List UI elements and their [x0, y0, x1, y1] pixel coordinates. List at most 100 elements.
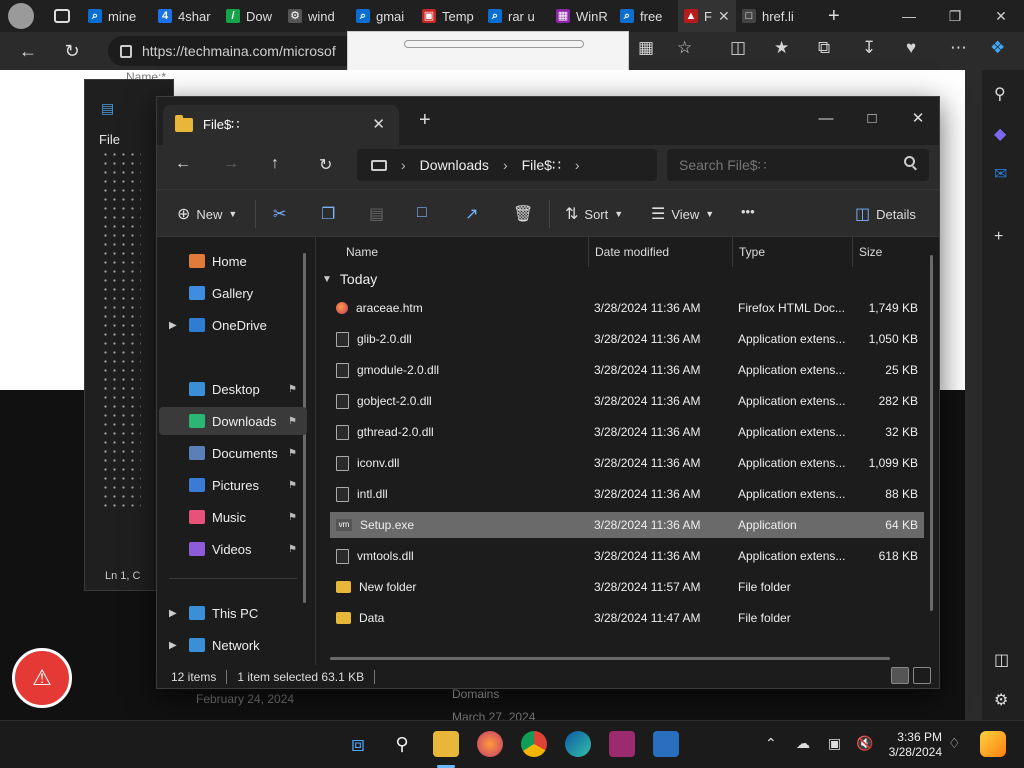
- view-button[interactable]: ☰ View ▼: [651, 204, 714, 224]
- sidebar-item-desktop[interactable]: Desktop ⚑: [159, 375, 307, 403]
- search-input[interactable]: [679, 157, 899, 173]
- sidebar-item-pictures[interactable]: Pictures ⚑: [159, 471, 307, 499]
- nav-forward-icon[interactable]: →: [223, 155, 239, 173]
- restore-icon[interactable]: ❐: [932, 0, 978, 32]
- explorer-close-icon[interactable]: ✕: [895, 103, 941, 133]
- nav-up-icon[interactable]: ↑: [271, 155, 279, 173]
- table-row[interactable]: iconv.dll 3/28/2024 11:36 AM Application e…: [330, 450, 924, 476]
- group-header-today[interactable]: ▼ Today: [322, 271, 377, 287]
- sidebar-settings-icon[interactable]: ⚙: [994, 690, 1008, 710]
- breadcrumb-downloads[interactable]: Downloads: [420, 157, 489, 173]
- sort-button[interactable]: ⇅ Sort ▼: [565, 204, 623, 224]
- table-row[interactable]: gobject-2.0.dll 3/28/2024 11:36 AM Applica…: [330, 388, 924, 414]
- tab-actions-icon[interactable]: [54, 9, 70, 23]
- chevron-right-icon[interactable]: ▶: [169, 320, 185, 331]
- sidebar-item-network[interactable]: ▶ Network: [159, 631, 307, 659]
- search-box[interactable]: [667, 149, 929, 181]
- back-icon[interactable]: ←: [10, 36, 46, 66]
- table-row[interactable]: Data 3/28/2024 11:47 AM File folder: [330, 605, 924, 631]
- profile-avatar[interactable]: [8, 3, 34, 29]
- browser-tab[interactable]: ⌕ rar u: [482, 0, 550, 32]
- tray-expand-icon[interactable]: ⌃: [765, 735, 777, 752]
- table-row[interactable]: glib-2.0.dll 3/28/2024 11:36 AM Applicatio…: [330, 326, 924, 352]
- copilot-pre-icon[interactable]: [980, 731, 1006, 757]
- minimize-icon[interactable]: —: [886, 0, 932, 32]
- table-row[interactable]: intl.dll 3/28/2024 11:36 AM Application ex…: [330, 481, 924, 507]
- cut-button[interactable]: ✂: [273, 204, 286, 224]
- sidebar-item-home[interactable]: Home: [159, 247, 307, 275]
- sidebar-item-music[interactable]: Music ⚑: [159, 503, 307, 531]
- breadcrumb-files[interactable]: File$∷: [522, 157, 561, 174]
- file-explorer-taskbar-icon[interactable]: [433, 731, 459, 757]
- sidebar-item-onedrive[interactable]: ▶ OneDrive: [159, 311, 307, 339]
- nav-refresh-icon[interactable]: ↻: [319, 155, 332, 175]
- collections-icon[interactable]: ⧉: [818, 38, 830, 58]
- close-tab-icon[interactable]: ✕: [372, 115, 385, 133]
- firefox-icon[interactable]: [477, 731, 503, 757]
- sidebar-item-this-pc[interactable]: ▶ This PC: [159, 599, 307, 627]
- favorites-icon[interactable]: ★: [774, 38, 789, 58]
- explorer-tab[interactable]: File$∷ ✕: [163, 105, 399, 145]
- column-name[interactable]: Name: [316, 237, 588, 267]
- browser-tab[interactable]: ⌕ mine: [82, 0, 152, 32]
- performance-icon[interactable]: ♥: [906, 38, 916, 58]
- copy-button[interactable]: ❐: [321, 204, 335, 224]
- sidebar-item-videos[interactable]: Videos ⚑: [159, 535, 307, 563]
- search-taskbar-icon[interactable]: ⚲: [389, 731, 415, 757]
- favorite-star-icon[interactable]: ☆: [677, 38, 692, 58]
- table-row[interactable]: gthread-2.0.dll 3/28/2024 11:36 AM Applica…: [330, 419, 924, 445]
- system-clock[interactable]: 3:36 PM 3/28/2024: [882, 730, 942, 760]
- edge-icon[interactable]: [565, 731, 591, 757]
- network-off-icon[interactable]: ☁: [796, 735, 810, 752]
- browser-tab[interactable]: 4 4shar: [152, 0, 220, 32]
- new-tab-icon[interactable]: +: [828, 5, 840, 28]
- horizontal-scrollbar[interactable]: [330, 657, 890, 660]
- sidebar-add-icon[interactable]: +: [994, 228, 1003, 246]
- notification-bell-icon[interactable]: ♢: [948, 735, 961, 752]
- refresh-icon[interactable]: ↻: [54, 36, 90, 66]
- sidebar-item-downloads[interactable]: Downloads ⚑: [159, 407, 307, 435]
- more-options-button[interactable]: •••: [741, 204, 755, 219]
- sidebar-item-gallery[interactable]: Gallery: [159, 279, 307, 307]
- winrar-icon[interactable]: [609, 731, 635, 757]
- split-screen-icon[interactable]: ◫: [730, 38, 746, 58]
- paste-button[interactable]: ▤: [369, 204, 384, 224]
- chrome-icon[interactable]: [521, 731, 547, 757]
- browser-tab[interactable]: ⚙ wind: [282, 0, 350, 32]
- more-icon[interactable]: ⋯: [950, 38, 967, 58]
- table-row[interactable]: New folder 3/28/2024 11:57 AM File folder: [330, 574, 924, 600]
- table-row[interactable]: vmtools.dll 3/28/2024 11:36 AM Application…: [330, 543, 924, 569]
- sidebar-item-documents[interactable]: Documents ⚑: [159, 439, 307, 467]
- bell-icon[interactable]: ⚠: [12, 648, 72, 708]
- column-date[interactable]: Date modified: [588, 237, 732, 267]
- column-type[interactable]: Type: [732, 237, 852, 267]
- table-row[interactable]: araceae.htm 3/28/2024 11:36 AM Firefox HTM…: [330, 295, 924, 321]
- share-button[interactable]: ↗: [465, 204, 478, 224]
- chevron-right-icon[interactable]: ▶: [169, 608, 185, 619]
- sidebar-outlook-icon[interactable]: ✉: [994, 164, 1007, 184]
- nav-back-icon[interactable]: ←: [175, 155, 191, 173]
- downloads-icon[interactable]: ↧: [862, 38, 876, 58]
- sidebar-copilot-icon[interactable]: ◆: [994, 124, 1006, 144]
- browser-tab[interactable]: □ href.li: [736, 0, 818, 32]
- rename-button[interactable]: □: [417, 204, 427, 222]
- table-row[interactable]: vm Setup.exe 3/28/2024 11:36 AM Application…: [330, 512, 924, 538]
- close-icon[interactable]: ✕: [978, 0, 1024, 32]
- tiles-view-icon[interactable]: [913, 667, 931, 684]
- column-size[interactable]: Size: [852, 237, 940, 267]
- details-button[interactable]: ◫ Details: [855, 204, 916, 224]
- tab-close-icon[interactable]: ✕: [718, 8, 730, 25]
- vertical-scrollbar[interactable]: [930, 255, 933, 611]
- sidebar-search-icon[interactable]: ⚲: [994, 84, 1006, 104]
- sidebar-split-icon[interactable]: ◫: [994, 650, 1009, 670]
- notepad-taskbar-icon[interactable]: [653, 731, 679, 757]
- browser-tab[interactable]: / Dow: [220, 0, 282, 32]
- new-button[interactable]: ⊕ New ▼: [177, 204, 237, 224]
- copilot-icon[interactable]: ❖: [990, 38, 1005, 58]
- chevron-right-icon[interactable]: ▶: [169, 640, 185, 651]
- bg-menu-file[interactable]: File: [99, 132, 120, 147]
- browser-tab[interactable]: ⌕ gmai: [350, 0, 416, 32]
- display-icon[interactable]: ▣: [828, 735, 841, 752]
- browser-tab[interactable]: ▲ F ✕: [678, 0, 736, 32]
- start-icon[interactable]: ⧈: [345, 731, 371, 757]
